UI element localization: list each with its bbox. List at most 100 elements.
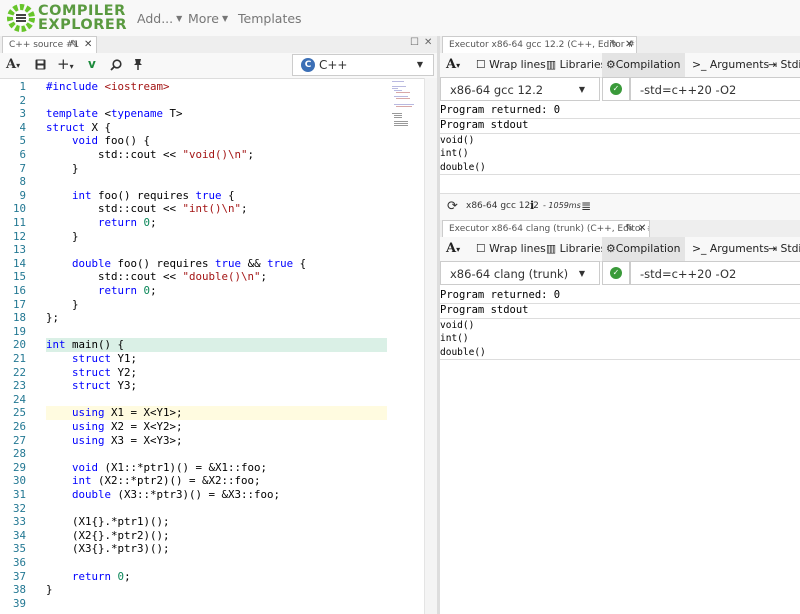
compiler-explorer-logo-icon[interactable] [6, 3, 36, 33]
compiler-label: x86-64 gcc 12.2 [450, 83, 544, 97]
code-line[interactable]: struct Y2; [46, 366, 137, 379]
close-icon[interactable]: ✕ [638, 221, 646, 237]
vim-icon[interactable]: v [88, 57, 96, 71]
code-token: ; [241, 202, 248, 216]
code-line[interactable]: } [46, 298, 79, 311]
code-token: } [46, 229, 79, 243]
sign-in-icon: ⇥ [768, 242, 778, 255]
code-token: typename [111, 107, 164, 121]
code-token: (X1{}.*ptr1)(); [46, 515, 170, 529]
code-line[interactable]: int foo() requires true { [46, 189, 235, 202]
stdout-output: void() int() double() [440, 134, 486, 174]
code-line[interactable]: return 0; [46, 284, 157, 297]
editor-scrollbar[interactable] [424, 78, 438, 614]
language-select[interactable]: C C++ ▼ [292, 54, 434, 76]
book-icon: ▥ [546, 242, 557, 255]
libraries-label: Libraries [559, 242, 607, 255]
code-line[interactable]: using X1 = X<Y1>; [46, 406, 183, 419]
code-line[interactable]: } [46, 230, 79, 243]
compilation-button[interactable]: ⚙Compilation [602, 237, 685, 261]
gears-icon: ⚙ [606, 58, 616, 71]
wrap-lines-button[interactable]: ☐ Wrap lines [476, 237, 546, 261]
add-menu[interactable]: Add... ▼ [137, 11, 182, 26]
add-icon[interactable]: +▾ [57, 55, 74, 73]
code-token: X2 = X<Y2>; [104, 420, 183, 433]
code-line[interactable]: } [46, 162, 79, 175]
pencil-icon[interactable]: ✎ [610, 37, 618, 53]
code-token: X1 = X<Y1>; [104, 406, 183, 420]
arguments-button[interactable]: >_ Arguments [692, 237, 769, 261]
compiler-select[interactable]: x86-64 gcc 12.2 ▼ [440, 77, 600, 101]
code-line[interactable]: void foo() { [46, 134, 150, 147]
pin-icon[interactable] [132, 58, 144, 71]
code-line[interactable]: using X2 = X<Y2>; [46, 420, 183, 433]
templates-link[interactable]: Templates [238, 11, 302, 26]
pencil-icon[interactable]: ✎ [70, 37, 78, 53]
code-line[interactable]: struct X { [46, 121, 111, 134]
code-editor[interactable]: 1 #include <iostream> 2 3 template <typename… [0, 78, 437, 614]
code-line[interactable]: (X1{}.*ptr1)(); [46, 515, 170, 528]
code-line[interactable]: std::cout << "double()\n"; [46, 270, 267, 283]
line-number: 16 [12, 284, 26, 297]
refresh-icon[interactable]: ⟳ [447, 199, 458, 214]
code-line[interactable]: (X3{}.*ptr3)(); [46, 542, 170, 555]
libraries-button[interactable]: ▥ Libraries [546, 237, 606, 261]
close-icon[interactable]: ✕ [84, 37, 92, 53]
bar-chart-icon[interactable]: ≣ [581, 199, 591, 213]
tab-cpp-source[interactable]: C++ source #1 ✎ ✕ [2, 36, 97, 53]
line-number: 39 [12, 596, 26, 610]
code-line[interactable]: }; [46, 311, 59, 324]
gears-icon: ⚙ [606, 242, 616, 255]
code-token: true [195, 188, 222, 202]
code-line[interactable]: std::cout << "void()\n"; [46, 148, 254, 161]
pencil-icon[interactable]: ✎ [625, 221, 633, 237]
compilation-button[interactable]: ⚙Compilation [602, 53, 685, 77]
code-line[interactable]: using X3 = X<Y3>; [46, 434, 183, 447]
code-minimap[interactable] [392, 78, 422, 128]
code-line[interactable]: return 0; [46, 216, 157, 229]
font-size-button[interactable]: A▾ [446, 237, 460, 261]
line-number: 15 [12, 270, 26, 284]
compile-status-indicator[interactable]: ✓ [602, 77, 630, 101]
close-icon[interactable]: ✕ [625, 37, 633, 53]
code-token: ; [150, 216, 157, 229]
logo-text-bottom: EXPLORER [38, 17, 127, 33]
wrap-lines-button[interactable]: ☐ Wrap lines [476, 53, 546, 77]
code-line[interactable]: struct Y3; [46, 379, 137, 392]
compiler-select[interactable]: x86-64 clang (trunk) ▼ [440, 261, 600, 285]
code-line[interactable]: #include <iostream> [46, 80, 170, 93]
code-line[interactable]: (X2{}.*ptr2)(); [46, 529, 170, 542]
code-line[interactable]: void (X1::*ptr1)() = &X1::foo; [46, 461, 267, 474]
more-menu[interactable]: More ▼ [188, 11, 228, 26]
tab-executor-clang[interactable]: Executor x86-64 clang (trunk) (C++, Edit… [442, 220, 650, 237]
font-size-icon[interactable]: A▾ [6, 57, 20, 72]
compile-status-indicator[interactable]: ✓ [602, 261, 630, 285]
libraries-button[interactable]: ▥ Libraries [546, 53, 606, 77]
stdin-button[interactable]: ⇥ Stdin [768, 53, 800, 77]
code-token: foo() { [98, 134, 151, 148]
font-size-button[interactable]: A▾ [446, 53, 460, 77]
code-line[interactable]: return 0; [46, 570, 131, 583]
line-number: 25 [12, 406, 26, 420]
tab-executor-gcc[interactable]: Executor x86-64 gcc 12.2 (C++, Editor #1… [442, 36, 637, 53]
code-line[interactable]: } [46, 583, 53, 596]
compiler-flags-input[interactable]: -std=c++20 -O2 [630, 261, 800, 285]
close-pane-icon[interactable]: ✕ [424, 37, 432, 48]
code-line[interactable]: template <typename T> [46, 107, 183, 120]
save-icon[interactable] [35, 59, 46, 70]
compiler-flags-input[interactable]: -std=c++20 -O2 [630, 77, 800, 101]
code-line[interactable]: double foo() requires true && true { [46, 257, 306, 270]
code-line[interactable]: int main() { [46, 338, 124, 351]
code-token: int [72, 188, 92, 202]
info-icon[interactable]: i [530, 199, 534, 212]
stdin-button[interactable]: ⇥ Stdin [768, 237, 800, 261]
arguments-button[interactable]: >_ Arguments [692, 53, 769, 77]
code-line[interactable]: int (X2::*ptr2)() = &X2::foo; [46, 474, 261, 487]
maximize-icon[interactable]: ☐ [410, 37, 419, 48]
search-icon[interactable] [110, 59, 122, 71]
code-token: (X2{}.*ptr2)(); [46, 528, 170, 542]
code-line[interactable]: std::cout << "int()\n"; [46, 202, 248, 215]
code-line[interactable]: double (X3::*ptr3)() = &X3::foo; [46, 488, 280, 501]
code-line[interactable]: struct Y1; [46, 352, 137, 365]
